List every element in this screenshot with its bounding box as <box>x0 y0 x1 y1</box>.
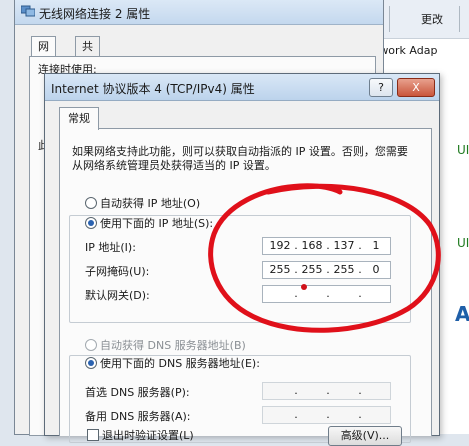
side-letter: A <box>455 302 469 326</box>
network-icon <box>20 5 36 17</box>
preferred-dns-field[interactable]: . . . <box>262 382 391 400</box>
toolbar-separator <box>389 6 390 32</box>
subnet-mask-label: 子网掩码(U): <box>85 265 150 278</box>
alternate-dns-label: 备用 DNS 服务器(A): <box>85 410 191 423</box>
background-toolbar: 更改 <box>381 0 469 39</box>
ip-octet: 137 <box>333 239 355 252</box>
preferred-dns-label: 首选 DNS 服务器(P): <box>85 386 190 399</box>
mask-octet: 255 <box>301 263 323 276</box>
auto-ip-label[interactable]: 自动获得 IP 地址(O) <box>100 195 200 211</box>
ipv4-properties-dialog: Internet 协议版本 4 (TCP/IPv4) 属性 ? X 常规 如果网… <box>44 73 440 446</box>
manual-ip-label[interactable]: 使用下面的 IP 地址(S): <box>100 215 213 231</box>
adapter-name: twork Adap <box>375 44 438 57</box>
subnet-mask-field[interactable]: 255 . 255 . 255 . 0 <box>262 261 391 279</box>
octet-dot: . <box>294 287 298 300</box>
help-button[interactable]: ? <box>369 78 393 97</box>
toolbar-separator <box>459 6 460 32</box>
octet-dot: . <box>294 408 298 421</box>
tab-network[interactable]: 网络 <box>31 36 56 73</box>
outer-title-bar: 无线网络连接 2 属性 <box>15 0 383 25</box>
tab-sharing[interactable]: 共享 <box>75 36 100 73</box>
general-tab-panel: 如果网络支持此功能，则可以获取自动指派的 IP 设置。否则，您需要从网络系统管理… <box>59 128 432 446</box>
octet-dot: . <box>326 384 330 397</box>
ip-address-label: IP 地址(I): <box>85 241 136 254</box>
description-text: 如果网络支持此功能，则可以获取自动指派的 IP 设置。否则，您需要从网络系统管理… <box>72 145 408 172</box>
side-label: UI <box>457 236 469 250</box>
mask-octet: 255 <box>269 263 291 276</box>
ip-octet: 168 <box>301 239 323 252</box>
outer-title: 无线网络连接 2 属性 <box>39 7 151 21</box>
octet-dot: . <box>358 408 362 421</box>
advanced-button[interactable]: 高级(V)... <box>328 426 402 446</box>
validate-on-exit-label[interactable]: 退出时验证设置(L) <box>102 427 194 443</box>
side-label: UI <box>457 143 469 157</box>
close-button[interactable]: X <box>397 78 435 97</box>
ip-address-field[interactable]: 192 . 168 . 137 . 1 <box>262 237 391 255</box>
auto-dns-radio[interactable] <box>85 339 97 351</box>
manual-dns-radio[interactable] <box>85 357 97 369</box>
manual-ip-radio[interactable] <box>85 217 97 229</box>
octet-dot: . <box>326 408 330 421</box>
octet-dot: . <box>358 287 362 300</box>
octet-dot: . <box>358 384 362 397</box>
gateway-field[interactable]: . . . <box>262 285 391 303</box>
manual-dns-label[interactable]: 使用下面的 DNS 服务器地址(E): <box>100 355 260 371</box>
octet-dot: . <box>294 384 298 397</box>
ip-octet: 192 <box>269 239 291 252</box>
gateway-label: 默认网关(D): <box>85 289 150 302</box>
mask-octet: 0 <box>372 263 380 276</box>
inner-title-bar: Internet 协议版本 4 (TCP/IPv4) 属性 ? X <box>45 74 439 101</box>
tab-general[interactable]: 常规 <box>59 107 99 130</box>
validate-on-exit-checkbox[interactable] <box>87 429 99 441</box>
alternate-dns-field[interactable]: . . . <box>262 406 391 424</box>
change-menu-label[interactable]: 更改 <box>421 11 443 27</box>
ip-octet: 1 <box>372 239 380 252</box>
inner-title: Internet 协议版本 4 (TCP/IPv4) 属性 <box>51 82 255 96</box>
mask-octet: 255 <box>333 263 355 276</box>
auto-dns-label[interactable]: 自动获得 DNS 服务器地址(B) <box>100 337 246 353</box>
octet-dot: . <box>326 287 330 300</box>
auto-ip-radio[interactable] <box>85 197 97 209</box>
